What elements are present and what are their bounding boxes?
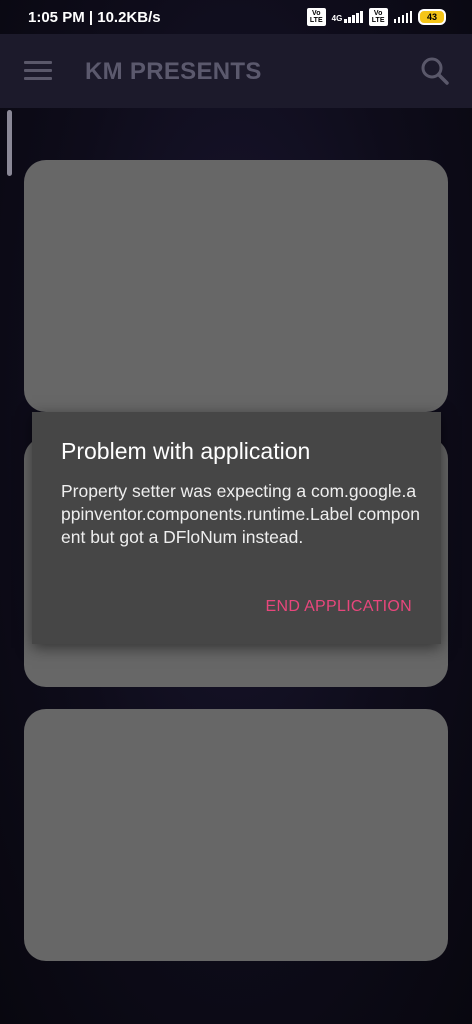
volte-icon-2: Vo LTE <box>368 8 388 26</box>
error-dialog: Problem with application Property setter… <box>32 412 441 644</box>
status-time: 1:05 PM | 10.2KB/s <box>28 8 161 26</box>
status-bar: 1:05 PM | 10.2KB/s Vo LTE 4G Vo LTE 43 <box>0 0 472 34</box>
app-bar: KM PRESENTS <box>0 34 472 108</box>
hamburger-menu-icon[interactable] <box>24 61 52 81</box>
card-1[interactable] <box>24 160 448 412</box>
dialog-message: Property setter was expecting a com.goog… <box>61 481 420 547</box>
dialog-title: Problem with application <box>61 438 311 464</box>
card-3[interactable] <box>24 709 448 961</box>
end-application-button[interactable]: END APPLICATION <box>266 598 412 616</box>
scrollbar[interactable] <box>7 110 12 176</box>
signal-icon <box>344 11 363 23</box>
search-icon[interactable] <box>420 56 450 86</box>
signal-icon-2 <box>393 11 412 23</box>
network-type: 4G <box>331 14 343 23</box>
status-icons: Vo LTE 4G Vo LTE 43 <box>306 8 446 26</box>
volte-icon: Vo LTE <box>306 8 326 26</box>
battery-icon: 43 <box>418 9 446 25</box>
app-title: KM PRESENTS <box>85 58 262 85</box>
